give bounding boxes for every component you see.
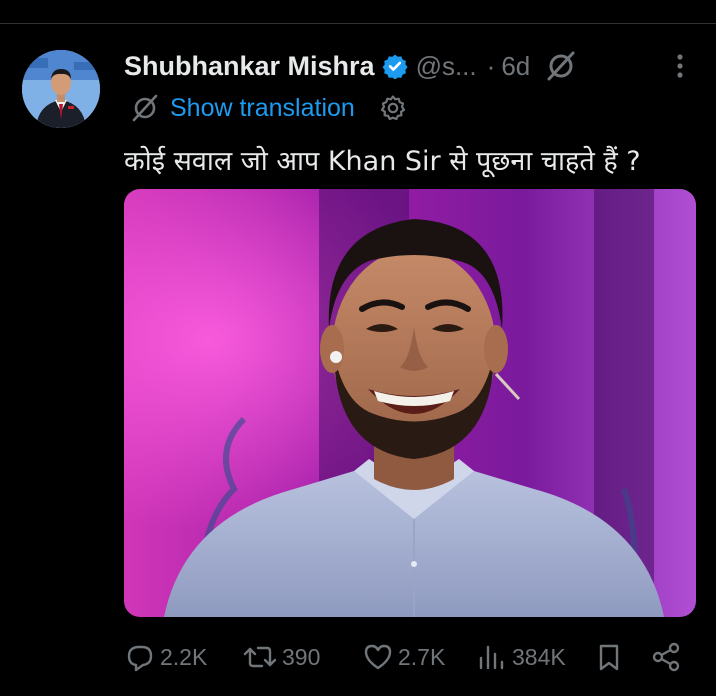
bookmark-icon — [599, 644, 619, 671]
gear-icon[interactable] — [379, 94, 407, 122]
views-icon — [479, 645, 504, 670]
like-count: 2.7K — [398, 643, 446, 670]
repost-icon — [243, 646, 277, 668]
reply-icon — [127, 645, 153, 672]
action-bar: 2.2K 390 2.7K 384K — [124, 637, 696, 677]
verified-badge-icon — [382, 54, 408, 79]
post-image[interactable] — [124, 189, 696, 617]
repost-count: 390 — [282, 643, 321, 670]
reply-count: 2.2K — [160, 643, 208, 670]
top-divider — [0, 23, 716, 24]
more-icon[interactable] — [666, 52, 694, 80]
author-name[interactable]: Shubhankar Mishra — [124, 51, 375, 82]
views-button[interactable]: 384K — [476, 637, 566, 677]
avatar[interactable] — [22, 50, 100, 128]
author-handle[interactable]: @s... — [416, 51, 477, 82]
separator-dot: · — [486, 50, 496, 81]
like-button[interactable]: 2.7K — [362, 637, 445, 677]
grok-icon[interactable] — [544, 49, 578, 83]
translate-icon — [132, 94, 158, 122]
post-header: Shubhankar Mishra @s... · 6d — [124, 46, 578, 86]
post-photo — [124, 189, 696, 617]
like-icon — [364, 644, 392, 670]
post-time[interactable]: 6d — [501, 51, 530, 82]
post-text: कोई सवाल जो आप Khan Sir से पूछना चाहते ह… — [124, 146, 641, 177]
show-translation-label[interactable]: Show translation — [170, 94, 355, 123]
bookmark-button[interactable] — [594, 637, 624, 677]
share-button[interactable] — [650, 637, 682, 677]
views-count: 384K — [512, 643, 566, 670]
reply-button[interactable]: 2.2K — [124, 637, 207, 677]
share-icon — [652, 642, 680, 672]
show-translation[interactable]: Show translation — [130, 91, 407, 125]
avatar-image — [22, 50, 100, 128]
repost-button[interactable]: 390 — [242, 637, 320, 677]
